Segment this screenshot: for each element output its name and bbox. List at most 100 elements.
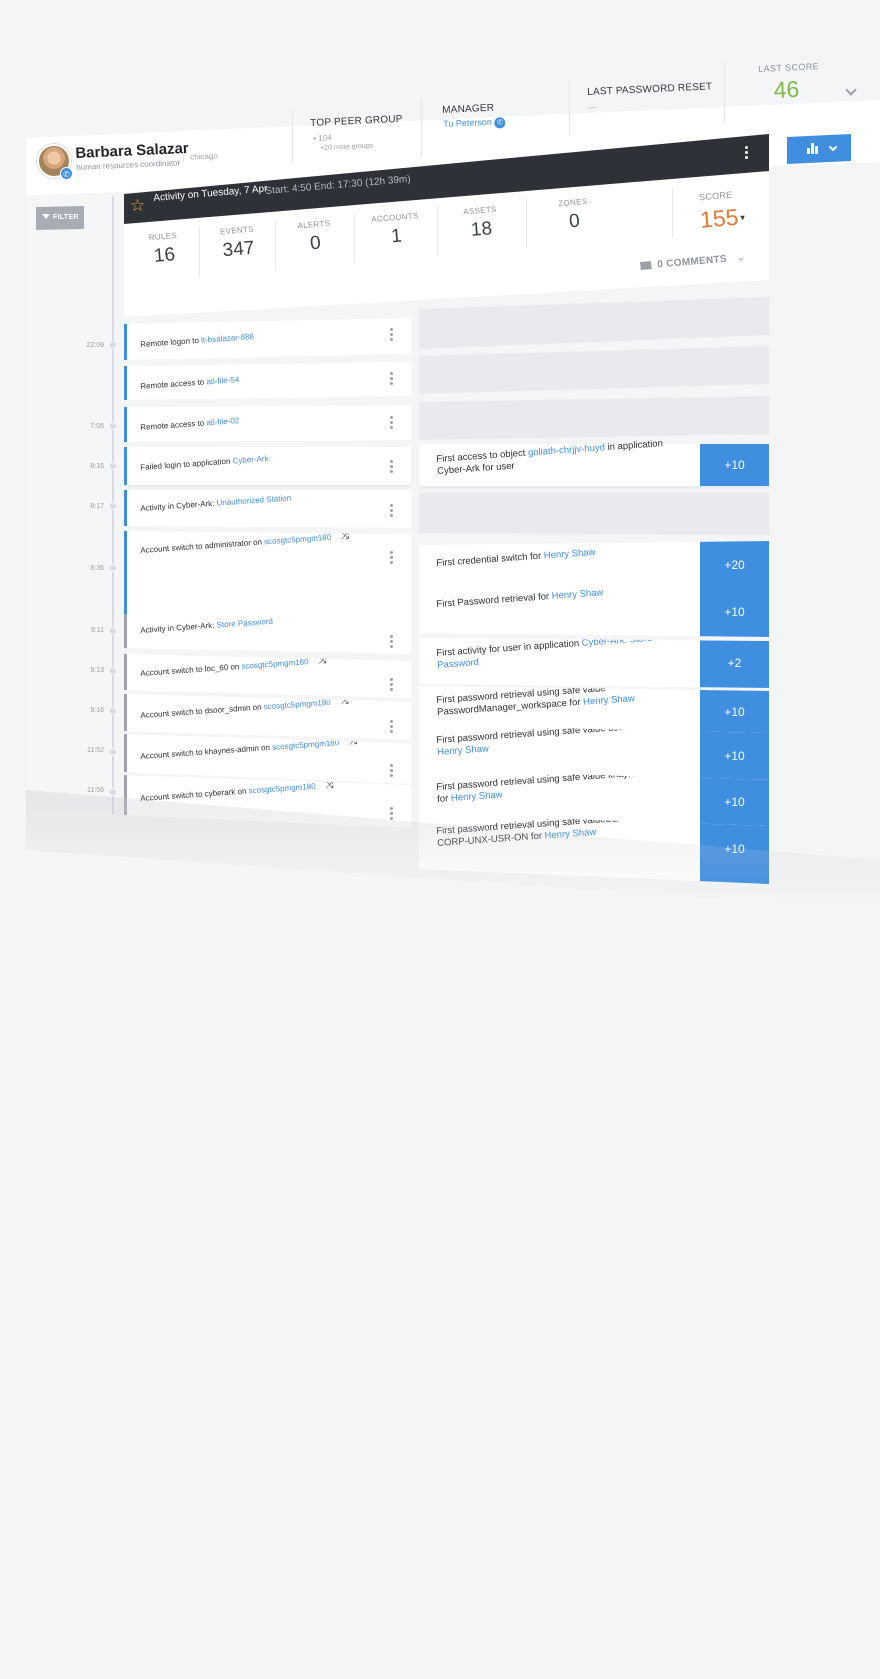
event-time: 11:52 — [87, 747, 104, 754]
event-row[interactable]: Remote logon to lt-bsalazar-888 — [124, 318, 411, 360]
score-placeholder — [419, 346, 769, 394]
last-score-label: LAST SCORE — [758, 61, 820, 74]
score-points: +20 — [700, 541, 769, 589]
phone-icon[interactable]: ✆ — [60, 167, 73, 180]
event-time: 22:09 — [86, 342, 104, 349]
event-time: 7:05 — [90, 423, 104, 430]
chevron-down-icon[interactable] — [845, 84, 857, 96]
user-location: | chicago — [182, 151, 219, 162]
kebab-icon[interactable] — [390, 678, 393, 693]
event-link[interactable]: Unauthorized Station — [216, 493, 291, 507]
peer-group-count[interactable]: ▪ 104 — [313, 133, 332, 143]
chart-view-button[interactable] — [787, 134, 851, 164]
kebab-icon[interactable] — [390, 460, 393, 475]
event-time: 8:36 — [90, 565, 104, 572]
stat-assets: ASSETS 18 — [462, 204, 497, 241]
event-link[interactable]: scosgtc5pmgm180 — [248, 782, 316, 796]
filter-icon — [42, 214, 50, 219]
event-row[interactable]: Account switch to dsoor_sdmin on scosgtc… — [124, 694, 411, 740]
score-card[interactable]: First credential switch for Henry Shaw +… — [419, 541, 769, 589]
event-text: Remote logon to lt-bsalazar-888 — [140, 332, 255, 349]
kebab-icon[interactable] — [390, 372, 393, 387]
event-link[interactable]: scosgtc5pmgm180 — [272, 738, 340, 752]
event-text: Remote access to atl-file-54 — [140, 375, 240, 391]
event-link[interactable]: lt-bsalazar-888 — [201, 332, 254, 345]
score-points: +10 — [700, 725, 769, 786]
score-placeholder — [419, 396, 769, 440]
event-row[interactable]: Failed login to application Cyber-Ark — [124, 447, 411, 485]
event-row[interactable]: Activity in Cyber-Ark: Unauthorized Stat… — [124, 490, 411, 528]
divider — [437, 206, 438, 256]
score-link[interactable]: goliath-chrjjv-huyd — [528, 442, 606, 458]
event-text: Activity in Cyber-Ark: Unauthorized Stat… — [140, 493, 292, 513]
score-value[interactable]: 155▾ — [699, 203, 746, 234]
score-card-text: First access to object goliath-chrjjv-hu… — [436, 438, 664, 477]
timeline-dot — [109, 422, 117, 430]
score-points: +10 — [700, 444, 769, 486]
kebab-icon[interactable] — [390, 328, 393, 343]
event-time: 9:16 — [90, 707, 104, 714]
timeline-dot — [109, 707, 117, 715]
event-text: Account switch to administrator on scosg… — [140, 530, 350, 555]
score-link[interactable]: Henry Shaw — [543, 547, 595, 562]
password-reset-label: LAST PASSWORD RESET — [587, 81, 713, 98]
timeline-pane — [26, 196, 112, 806]
filter-button[interactable]: FILTER — [36, 206, 84, 230]
divider — [292, 110, 293, 162]
score-card-text: First credential switch for Henry Shaw — [436, 546, 596, 569]
score-points: +10 — [700, 686, 769, 737]
divider — [569, 80, 570, 136]
kebab-icon[interactable] — [390, 635, 393, 650]
divider — [354, 213, 355, 263]
score-link[interactable]: Henry Shaw — [437, 743, 489, 758]
stat-rules: RULES 16 — [148, 230, 178, 267]
kebab-icon[interactable] — [390, 807, 393, 822]
divider — [526, 198, 527, 248]
divider — [275, 220, 276, 270]
score-link[interactable]: Henry Shaw — [583, 693, 635, 708]
event-row[interactable]: Remote access to atl-file-54 — [124, 362, 411, 400]
kebab-icon[interactable] — [390, 720, 393, 735]
kebab-icon[interactable] — [390, 764, 393, 779]
event-text: Activity in Cyber-Ark: Store Password — [140, 616, 274, 635]
kebab-icon[interactable] — [390, 416, 393, 431]
event-time: 11:56 — [87, 787, 104, 794]
event-row[interactable]: Activity in Cyber-Ark: Store Password — [124, 614, 411, 654]
score-placeholder — [419, 493, 769, 535]
event-link[interactable]: Cyber-Ark — [232, 454, 269, 465]
timeline-dot — [109, 502, 117, 510]
event-time: 9:13 — [90, 667, 104, 674]
switch-icon: ⤨ — [340, 695, 350, 707]
score-link[interactable]: Henry Shaw — [551, 587, 603, 602]
password-reset-value: — — [588, 102, 597, 112]
event-row[interactable]: Account switch to loc_60 on scosgtc5pmgm… — [124, 654, 411, 698]
timeline-dot — [109, 788, 117, 796]
event-link[interactable]: Store Password — [216, 617, 273, 630]
divider — [724, 62, 725, 122]
switch-icon: ⤨ — [340, 530, 350, 542]
stat-events: EVENTS 347 — [219, 224, 256, 262]
kebab-icon[interactable] — [745, 146, 749, 161]
event-row[interactable]: Account switch to khaynes-admin on scosg… — [124, 734, 411, 784]
score-card[interactable]: First activity for user in application C… — [419, 638, 769, 688]
event-text: Account switch to loc_60 on scosgtc5pmgm… — [140, 654, 327, 678]
score-card[interactable]: First access to object goliath-chrjjv-hu… — [419, 438, 769, 486]
kebab-icon[interactable] — [390, 551, 393, 566]
event-text: Failed login to application Cyber-Ark — [140, 454, 269, 472]
event-text: Remote access to atl-file-02 — [140, 416, 240, 432]
event-row[interactable]: Account switch to administrator on scosg… — [124, 531, 411, 621]
divider — [199, 227, 200, 277]
kebab-icon[interactable] — [390, 504, 393, 519]
event-link[interactable]: atl-file-54 — [206, 375, 239, 386]
event-link[interactable]: scosgtc5pmgm180 — [241, 657, 309, 671]
event-row[interactable]: Remote access to atl-file-02 — [124, 405, 411, 442]
score-link[interactable]: Henry Shaw — [451, 789, 503, 804]
event-link[interactable]: atl-file-02 — [206, 416, 239, 427]
star-icon[interactable]: ☆ — [130, 197, 145, 214]
timeline-dot — [109, 341, 117, 349]
score-card[interactable]: First Password retrieval for Henry Shaw … — [419, 587, 769, 637]
event-link[interactable]: scosgtc5pmgm180 — [263, 698, 331, 712]
stat-zones: ZONES 0 — [558, 196, 588, 233]
phone-icon[interactable]: ✆ — [494, 117, 506, 129]
event-link[interactable]: scosgtc5pmgm180 — [264, 533, 332, 547]
